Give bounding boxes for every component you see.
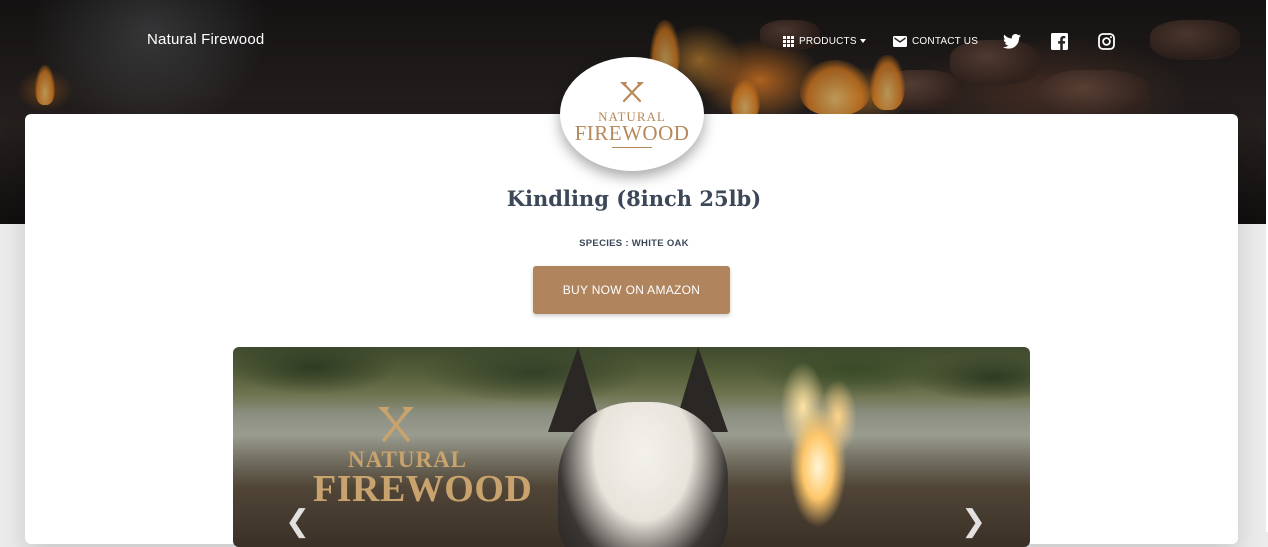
contact-us-link[interactable]: CONTACT US bbox=[893, 30, 978, 52]
instagram-link[interactable] bbox=[1098, 30, 1115, 52]
buy-now-button[interactable]: BUY NOW ON AMAZON bbox=[533, 266, 730, 314]
watermark-line-2: FIREWOOD bbox=[313, 468, 533, 510]
facebook-link[interactable] bbox=[1051, 30, 1068, 52]
facebook-icon bbox=[1051, 32, 1068, 50]
products-label: PRODUCTS bbox=[799, 35, 857, 47]
carousel-photo-fire bbox=[758, 347, 878, 547]
product-title: Kindling (8inch 25lb) bbox=[506, 186, 762, 211]
carousel-photo-dog bbox=[558, 402, 728, 547]
twitter-link[interactable] bbox=[1003, 30, 1021, 52]
chevron-left-icon[interactable]: ❮ bbox=[285, 507, 310, 537]
product-species: SPECIES : WHITE OAK bbox=[579, 238, 689, 249]
apps-grid-icon bbox=[783, 35, 794, 47]
product-image-carousel: NATURAL FIREWOOD ❮ ❯ bbox=[233, 347, 1030, 547]
caret-down-icon bbox=[859, 39, 866, 43]
contact-label: CONTACT US bbox=[912, 35, 979, 47]
top-nav: PRODUCTS CONTACT US bbox=[0, 30, 1268, 54]
watermark-axes-icon bbox=[376, 405, 416, 448]
twitter-icon bbox=[1003, 33, 1021, 49]
instagram-icon bbox=[1098, 32, 1115, 50]
logo-divider bbox=[612, 146, 652, 148]
logo-line-2: FIREWOOD bbox=[574, 120, 690, 145]
chevron-right-icon[interactable]: ❯ bbox=[961, 507, 986, 537]
products-menu[interactable]: PRODUCTS bbox=[783, 30, 866, 52]
crossed-axes-icon bbox=[618, 81, 646, 108]
brand-logo: NATURAL FIREWOOD bbox=[560, 57, 704, 171]
mail-icon bbox=[893, 35, 907, 47]
